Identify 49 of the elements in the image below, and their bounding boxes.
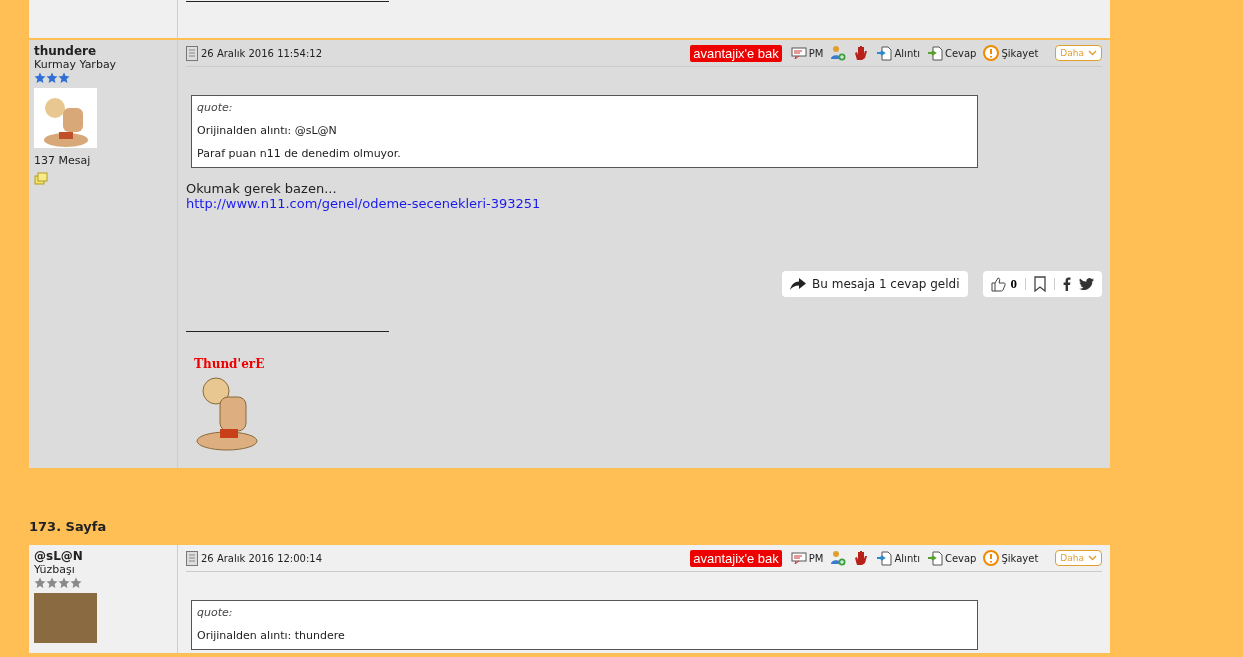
exclamation-icon [983,550,1000,566]
facebook-icon[interactable] [1063,277,1071,291]
report-button[interactable]: Şikayet [983,45,1039,61]
author-name[interactable]: thundere [34,44,172,58]
author-rank: Yüzbaşı [34,563,76,576]
promo-button[interactable]: avantajix'e bak [690,44,782,62]
pm-button[interactable]: PM [790,552,824,564]
document-icon [186,550,198,566]
bookmark-icon[interactable] [1034,276,1046,292]
quote-source: Orijinalden alıntı: thundere [197,629,346,642]
quote-label: quote: [197,606,234,619]
page-arrow-icon [926,45,943,61]
quote-button[interactable]: Alıntı [876,45,920,61]
reply-button[interactable]: Cevap [926,550,977,566]
replies-button[interactable]: Bu mesaja 1 cevap geldi [782,271,968,297]
quote-button[interactable]: Alıntı [876,550,920,566]
promo-button[interactable]: avantajix'e bak [690,549,782,567]
report-button[interactable]: Şikayet [983,550,1039,566]
quote-source: Orijinalden alıntı: @sL@N [197,124,338,137]
share-arrow-icon [790,278,807,290]
like-button[interactable]: 0 [990,276,1017,292]
document-icon [186,45,198,61]
page-heading: 173. Sayfa [29,518,108,536]
hand-icon[interactable] [853,550,870,566]
author-rank: Kurmay Yarbay [34,58,118,71]
reply-button[interactable]: Cevap [926,45,977,61]
page-arrow-icon [876,550,893,566]
chevron-down-icon [1088,50,1097,56]
pm-button[interactable]: PM [790,47,824,59]
quote-label: quote: [197,101,234,114]
add-user-icon[interactable] [830,550,847,566]
speech-bubble-icon [790,552,807,564]
message-link[interactable]: http://www.n11.com/genel/odeme-secenekleri-393251 [186,196,1102,211]
quote-text: Paraf puan n11 de denedim olmuyor. [197,147,402,160]
page-arrow-icon [876,45,893,61]
post-date: 26 Aralık 2016 11:54:12 [201,47,323,59]
chevron-down-icon [1088,555,1097,561]
signature-drawing: Thund'erE [194,357,284,454]
post-date: 26 Aralık 2016 12:00:14 [201,552,323,564]
author-name[interactable]: @sL@N [34,549,172,563]
add-user-icon[interactable] [830,45,847,61]
speech-bubble-icon [790,47,807,59]
page-arrow-icon [926,550,943,566]
twitter-icon[interactable] [1079,278,1094,290]
hand-icon[interactable] [853,45,870,61]
thumbs-up-icon [990,276,1006,292]
message-count[interactable]: 137 Mesaj [34,154,172,167]
exclamation-icon [983,45,1000,61]
message-text: Okumak gerek bazen... [186,181,338,196]
